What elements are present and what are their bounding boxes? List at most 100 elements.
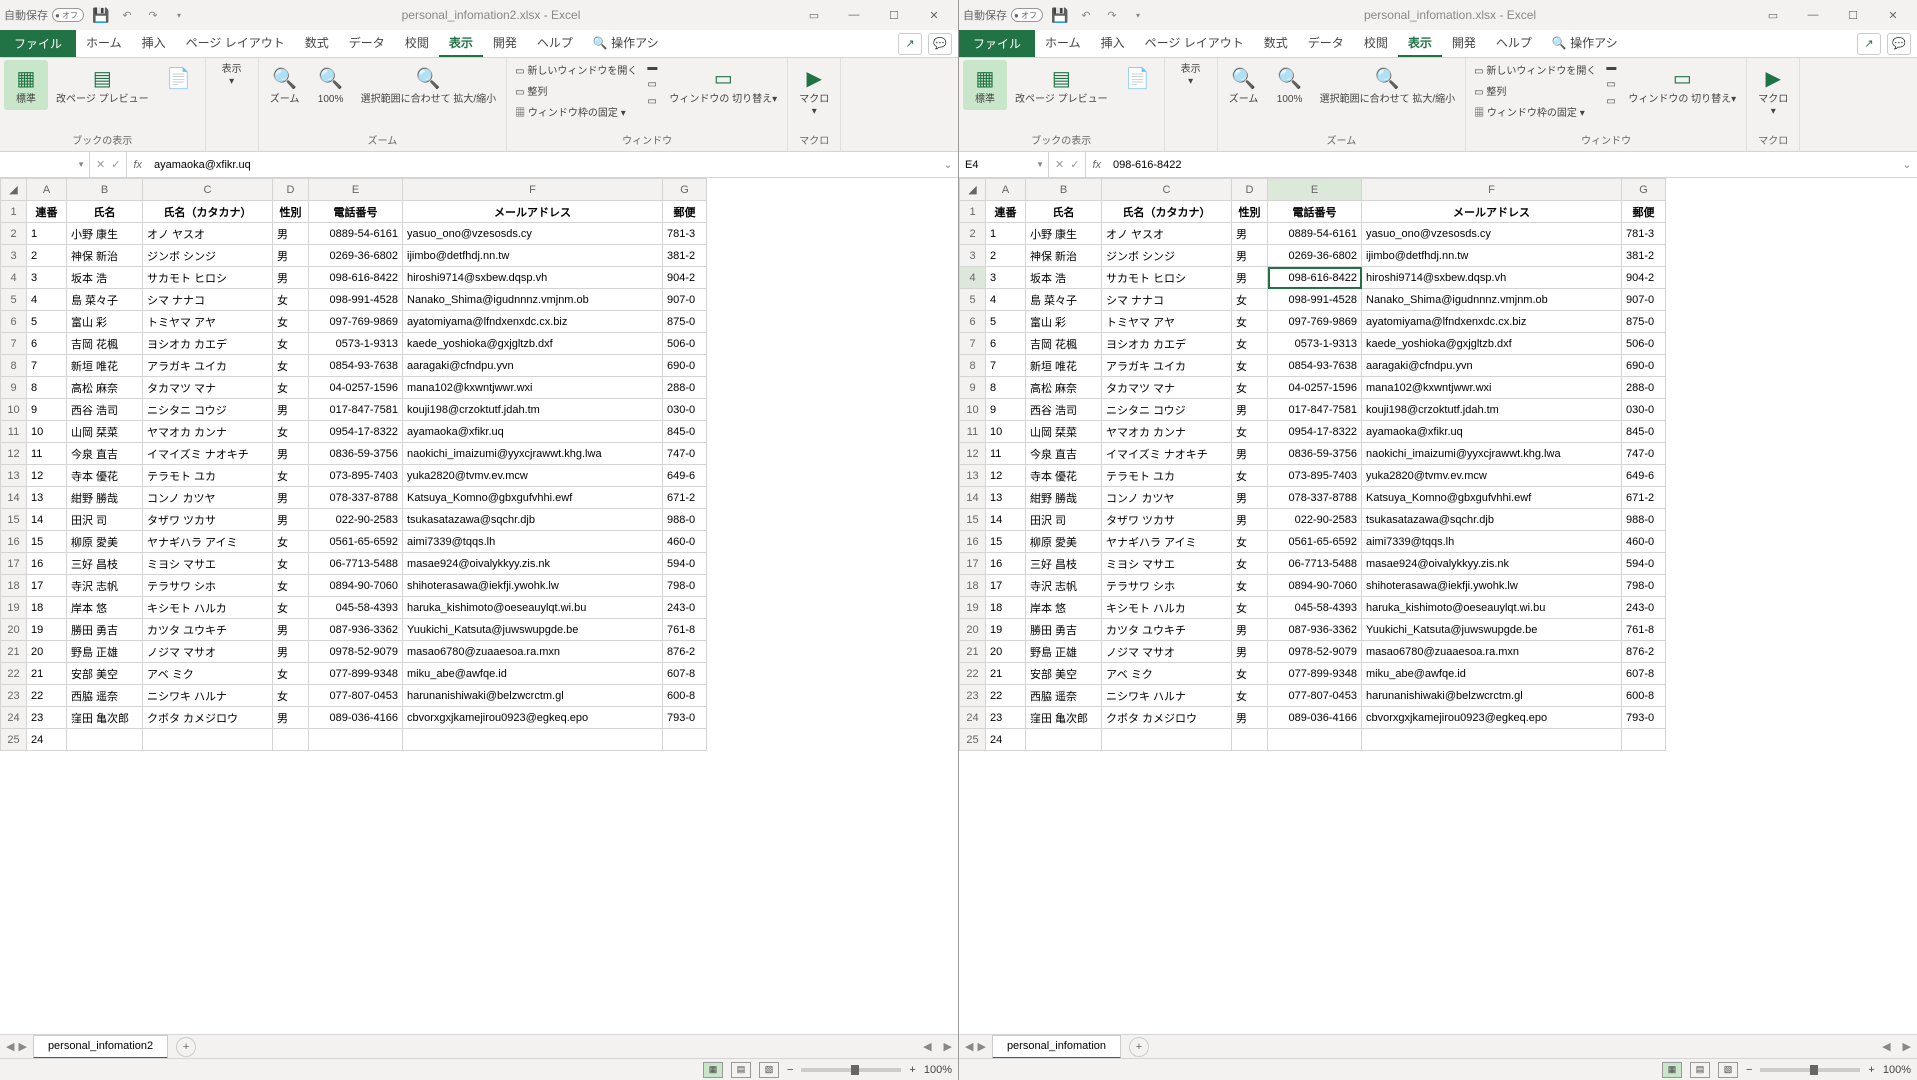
cell[interactable]: 904-2 — [663, 267, 707, 289]
cell[interactable]: 西脇 遥奈 — [67, 685, 143, 707]
cell[interactable]: 078-337-8788 — [1268, 487, 1362, 509]
row-header[interactable]: 20 — [1, 619, 27, 641]
cell[interactable]: 窪田 亀次郎 — [1026, 707, 1102, 729]
cell[interactable]: 女 — [1232, 355, 1268, 377]
cell[interactable]: キシモト ハルカ — [143, 597, 273, 619]
cell[interactable]: 坂本 浩 — [1026, 267, 1102, 289]
cell[interactable]: 富山 彩 — [67, 311, 143, 333]
cell[interactable]: 22 — [27, 685, 67, 707]
cell[interactable]: 073-895-7403 — [1268, 465, 1362, 487]
cell[interactable]: 男 — [1232, 641, 1268, 663]
cell[interactable]: 288-0 — [1622, 377, 1666, 399]
formula-enter-icon[interactable]: ✓ — [1070, 158, 1079, 171]
share-button[interactable]: ↗ — [898, 33, 922, 55]
cell[interactable]: 16 — [986, 553, 1026, 575]
cell[interactable]: タザワ ツカサ — [143, 509, 273, 531]
hide-button[interactable]: ▭ — [643, 77, 661, 92]
cell[interactable] — [273, 729, 309, 751]
ribbon-tab[interactable]: 校閲 — [395, 30, 439, 57]
cell[interactable]: 381-2 — [663, 245, 707, 267]
cell[interactable]: 030-0 — [1622, 399, 1666, 421]
cell[interactable]: miku_abe@awfqe.id — [1362, 663, 1622, 685]
cell[interactable]: 女 — [273, 597, 309, 619]
cell[interactable]: 小野 康生 — [67, 223, 143, 245]
cell[interactable]: yuka2820@tvmv.ev.mcw — [403, 465, 663, 487]
cell[interactable]: 087-936-3362 — [309, 619, 403, 641]
cell[interactable]: 連番 — [986, 201, 1026, 223]
cell[interactable]: 21 — [27, 663, 67, 685]
cell[interactable]: 077-899-9348 — [1268, 663, 1362, 685]
cell[interactable] — [1362, 729, 1622, 751]
cell[interactable]: 845-0 — [1622, 421, 1666, 443]
cell[interactable]: yasuo_ono@vzesosds.cy — [403, 223, 663, 245]
cell[interactable]: 649-6 — [1622, 465, 1666, 487]
cell[interactable]: 女 — [1232, 575, 1268, 597]
cell[interactable]: 女 — [273, 465, 309, 487]
cell[interactable]: hiroshi9714@sxbew.dqsp.vh — [1362, 267, 1622, 289]
view-normal-button[interactable]: ▦標準 — [4, 60, 48, 110]
cell[interactable]: 7 — [27, 355, 67, 377]
cell[interactable]: 24 — [27, 729, 67, 751]
cell[interactable]: 06-7713-5488 — [309, 553, 403, 575]
cell[interactable]: 岸本 悠 — [1026, 597, 1102, 619]
row-header[interactable]: 11 — [960, 421, 986, 443]
cell[interactable]: 12 — [986, 465, 1026, 487]
cell[interactable]: アベ ミク — [143, 663, 273, 685]
cell[interactable]: コンノ カツヤ — [143, 487, 273, 509]
cell[interactable]: 男 — [1232, 509, 1268, 531]
cell[interactable]: テラサワ シホ — [143, 575, 273, 597]
cell[interactable]: 0836-59-3756 — [309, 443, 403, 465]
cell[interactable]: 14 — [27, 509, 67, 531]
expand-formula-icon[interactable]: ⌄ — [938, 152, 958, 177]
cell[interactable]: 勝田 勇吉 — [1026, 619, 1102, 641]
cell[interactable]: 0836-59-3756 — [1268, 443, 1362, 465]
cell[interactable]: トミヤマ アヤ — [1102, 311, 1232, 333]
cell[interactable]: ヤナギハラ アイミ — [143, 531, 273, 553]
cell[interactable]: 男 — [1232, 707, 1268, 729]
sheet-tab[interactable]: personal_infomation — [992, 1035, 1121, 1059]
cell[interactable]: カツタ ユウキチ — [143, 619, 273, 641]
cell[interactable]: 女 — [1232, 421, 1268, 443]
cell[interactable]: 女 — [1232, 377, 1268, 399]
cell[interactable]: hiroshi9714@sxbew.dqsp.vh — [403, 267, 663, 289]
ribbon-tab[interactable]: 開発 — [1442, 30, 1486, 57]
col-header[interactable]: B — [1026, 179, 1102, 201]
select-all[interactable]: ◢ — [1, 179, 27, 201]
cell[interactable]: ijimbo@detfhdj.nn.tw — [1362, 245, 1622, 267]
file-tab[interactable]: ファイル — [959, 30, 1035, 57]
split-button[interactable]: ▬ — [1602, 60, 1620, 75]
cell[interactable]: 1 — [986, 223, 1026, 245]
cell[interactable]: 0561-65-6592 — [309, 531, 403, 553]
cell[interactable]: 寺本 優花 — [1026, 465, 1102, 487]
cell[interactable]: 17 — [986, 575, 1026, 597]
comments-button[interactable]: 💬 — [1887, 33, 1911, 55]
cell[interactable]: 098-616-8422 — [309, 267, 403, 289]
cell[interactable]: shihoterasawa@iekfji.ywohk.lw — [403, 575, 663, 597]
cell[interactable]: miku_abe@awfqe.id — [403, 663, 663, 685]
autosave[interactable]: 自動保存 ● オフ — [4, 7, 84, 23]
col-header[interactable]: G — [1622, 179, 1666, 201]
cell[interactable]: 0561-65-6592 — [1268, 531, 1362, 553]
switch-windows-button[interactable]: ▭ウィンドウの 切り替え▾ — [663, 60, 783, 110]
row-header[interactable]: 15 — [1, 509, 27, 531]
zoom-100-button[interactable]: 🔍100% — [309, 60, 353, 110]
row-header[interactable]: 5 — [960, 289, 986, 311]
cell[interactable]: タカマツ マナ — [143, 377, 273, 399]
cell[interactable]: 243-0 — [1622, 597, 1666, 619]
cell[interactable]: 506-0 — [1622, 333, 1666, 355]
cell[interactable]: 郵便 — [663, 201, 707, 223]
cell[interactable]: 女 — [1232, 333, 1268, 355]
zoom-level[interactable]: 100% — [1883, 1064, 1911, 1076]
cell[interactable]: ニシワキ ハルナ — [143, 685, 273, 707]
row-header[interactable]: 13 — [960, 465, 986, 487]
cell[interactable]: 798-0 — [663, 575, 707, 597]
cell[interactable]: 今泉 直吉 — [67, 443, 143, 465]
row-header[interactable]: 5 — [1, 289, 27, 311]
macros-button[interactable]: ▶マクロ▾ — [792, 60, 836, 122]
row-header[interactable]: 15 — [960, 509, 986, 531]
cell[interactable]: 078-337-8788 — [309, 487, 403, 509]
row-header[interactable]: 17 — [960, 553, 986, 575]
freeze-panes-button[interactable]: ▦ ウィンドウ枠の固定 ▾ — [1470, 102, 1600, 121]
cell[interactable]: 460-0 — [1622, 531, 1666, 553]
cell[interactable]: 神保 新治 — [1026, 245, 1102, 267]
